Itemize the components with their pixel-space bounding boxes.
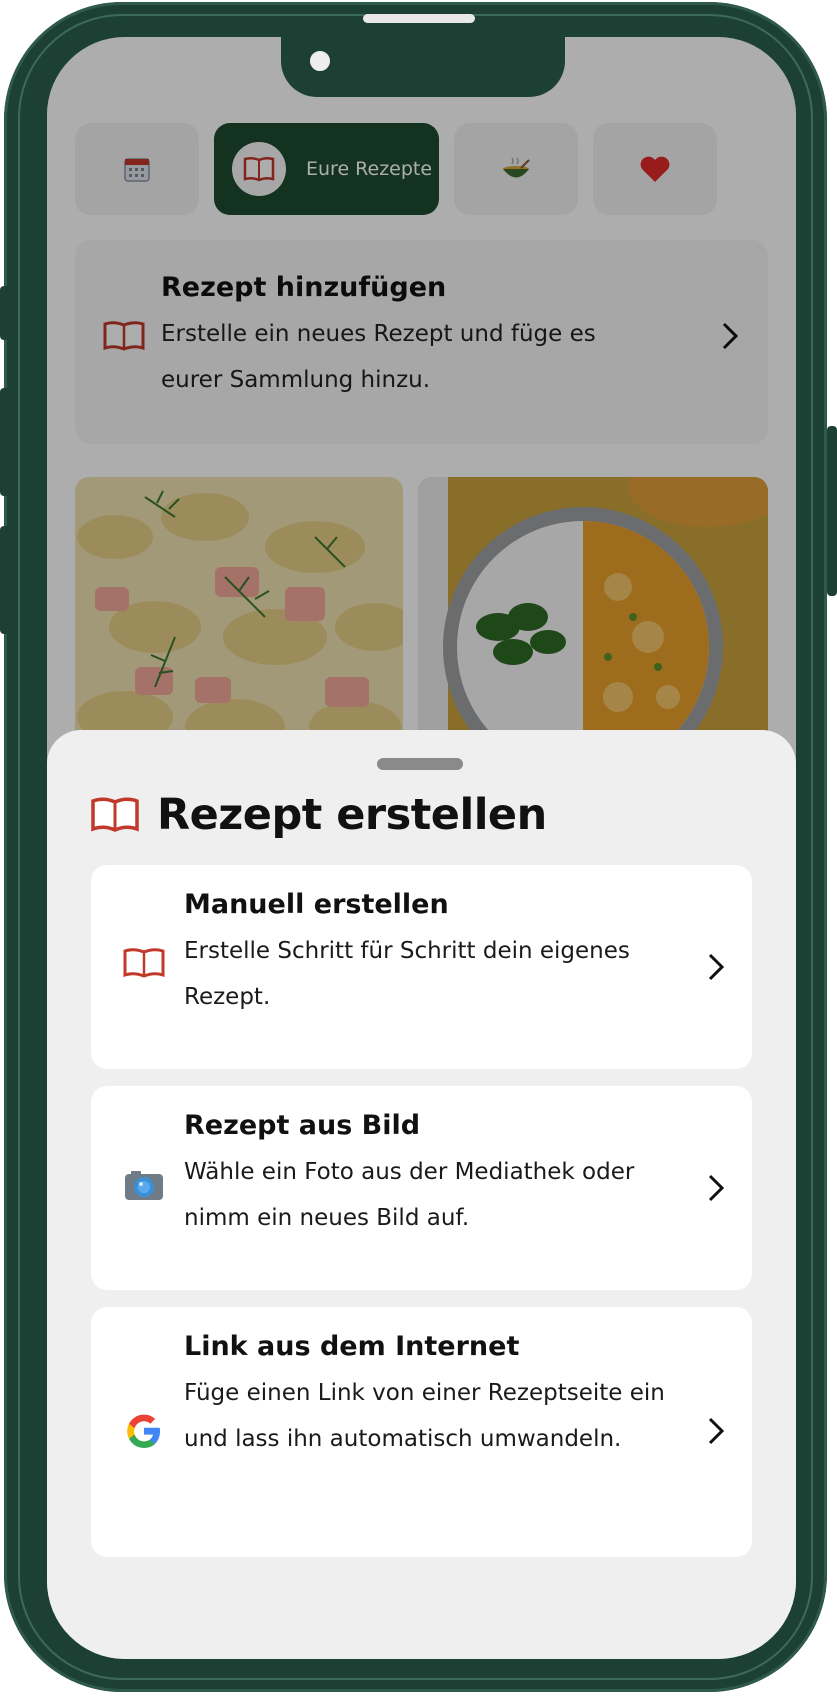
option-title: Manuell erstellen: [184, 889, 449, 920]
option-from-link[interactable]: Link aus dem Internet Füge einen Link vo…: [91, 1307, 752, 1557]
sheet-title: Rezept erstellen: [157, 790, 547, 840]
chevron-right-icon: [708, 953, 725, 981]
option-title: Rezept aus Bild: [184, 1110, 421, 1141]
option-title: Link aus dem Internet: [184, 1331, 520, 1362]
notch: [281, 37, 565, 97]
front-camera: [307, 48, 333, 74]
camera-icon: [121, 1170, 167, 1211]
sheet-drag-handle[interactable]: [377, 758, 463, 770]
phone-speaker: [363, 14, 475, 23]
side-button-power: [827, 426, 837, 596]
side-button-volume-up: [0, 388, 10, 496]
open-book-icon: [121, 947, 167, 988]
sheet-header: Rezept erstellen: [91, 790, 547, 840]
option-description: Wähle ein Foto aus der Mediathek oder ni…: [184, 1159, 635, 1231]
option-from-image[interactable]: Rezept aus Bild Wähle ein Foto aus der M…: [91, 1086, 752, 1290]
app-screen: Eure Rezepte Rezept hinzufügen Erstelle …: [47, 37, 796, 1659]
side-button-volume-down: [0, 526, 10, 634]
option-description: Füge einen Link von einer Rezeptseite ei…: [184, 1380, 665, 1452]
chevron-right-icon: [708, 1417, 725, 1445]
google-icon: [121, 1411, 167, 1460]
open-book-icon: [91, 797, 139, 832]
side-button-mute: [0, 286, 10, 340]
option-manual[interactable]: Manuell erstellen Erstelle Schritt für S…: [91, 865, 752, 1069]
create-recipe-sheet: Rezept erstellen Manuell erstellen Erste…: [47, 730, 796, 1659]
option-description: Erstelle Schritt für Schritt dein eigene…: [184, 938, 630, 1010]
chevron-right-icon: [708, 1174, 725, 1202]
